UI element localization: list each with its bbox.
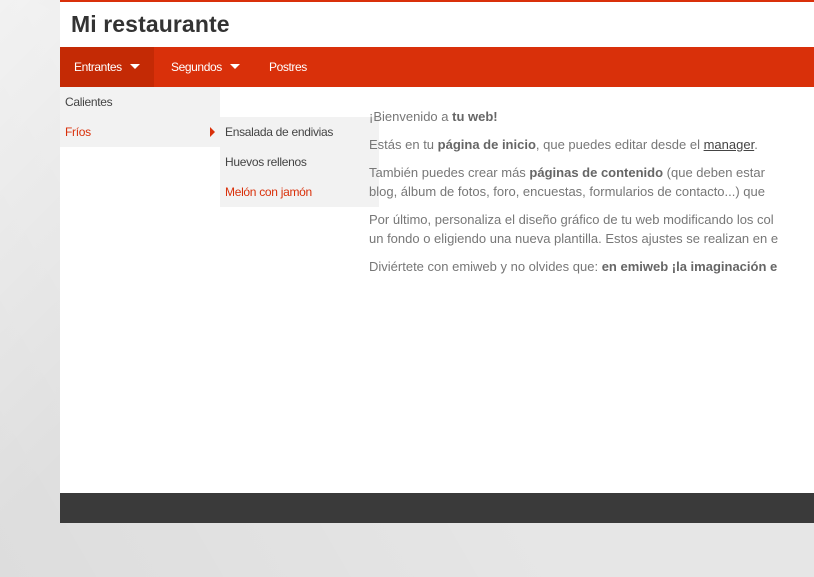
manager-link[interactable]: manager (704, 137, 755, 152)
text: También puedes crear más (369, 165, 530, 180)
fun-paragraph: Diviértete con emiweb y no olvides que: … (369, 257, 814, 276)
caret-down-icon (129, 64, 140, 70)
site-title: Mi restaurante (71, 11, 230, 37)
dropdown-item-label: Calientes (65, 95, 113, 109)
chevron-right-icon (210, 127, 215, 137)
text: Por último, personaliza el diseño gráfic… (369, 212, 774, 227)
nav-item-segundos[interactable]: Segundos (157, 47, 254, 87)
design-paragraph: Por último, personaliza el diseño gráfic… (369, 210, 814, 248)
submenu-item-melon[interactable]: Melón con jamón (220, 177, 379, 207)
dropdown-item-label: Fríos (65, 125, 91, 139)
site-page: Mi restaurante Entrantes Segundos Postre… (60, 0, 814, 523)
main-navbar: Entrantes Segundos Postres (60, 47, 814, 87)
main-content: ¡Bienvenido a tu web! Estás en tu página… (369, 107, 814, 307)
text: (que deben estar (663, 165, 765, 180)
text-bold: página de inicio (437, 137, 536, 152)
submenu-item-huevos[interactable]: Huevos rellenos (220, 147, 379, 177)
welcome-paragraph: ¡Bienvenido a tu web! (369, 107, 814, 126)
frios-submenu: Ensalada de endivias Huevos rellenos Mel… (220, 117, 379, 207)
text: Estás en tu (369, 137, 438, 152)
text: un fondo o eligiendo una nueva plantilla… (369, 231, 779, 246)
site-footer (60, 493, 814, 523)
text: , que puedes editar desde el (535, 137, 704, 152)
submenu-item-label: Ensalada de endivias (225, 125, 334, 139)
submenu-item-label: Huevos rellenos (225, 155, 307, 169)
nav-item-postres[interactable]: Postres (255, 47, 321, 87)
nav-item-label: Segundos (171, 60, 222, 74)
pages-paragraph: También puedes crear más páginas de cont… (369, 163, 814, 201)
text-bold: tu web! (452, 109, 498, 124)
text: blog, álbum de fotos, foro, encuestas, f… (369, 184, 765, 199)
text-bold: páginas de contenido (529, 165, 664, 180)
nav-item-label: Postres (269, 60, 307, 74)
submenu-item-label: Melón con jamón (225, 185, 312, 199)
dropdown-item-frios[interactable]: Fríos (60, 117, 220, 147)
nav-item-label: Entrantes (74, 60, 122, 74)
text: ¡Bienvenido a (369, 109, 453, 124)
home-paragraph: Estás en tu página de inicio, que puedes… (369, 135, 814, 154)
dropdown-item-calientes[interactable]: Calientes (60, 87, 220, 117)
submenu-item-ensalada[interactable]: Ensalada de endivias (220, 117, 379, 147)
text-bold: en emiweb ¡la imaginación e (601, 259, 778, 274)
nav-item-entrantes[interactable]: Entrantes (60, 47, 154, 87)
entrantes-dropdown: Calientes Fríos (60, 87, 220, 147)
caret-down-icon (229, 64, 240, 70)
text: . (754, 137, 758, 152)
text: Diviértete con emiweb y no olvides que: (369, 259, 602, 274)
